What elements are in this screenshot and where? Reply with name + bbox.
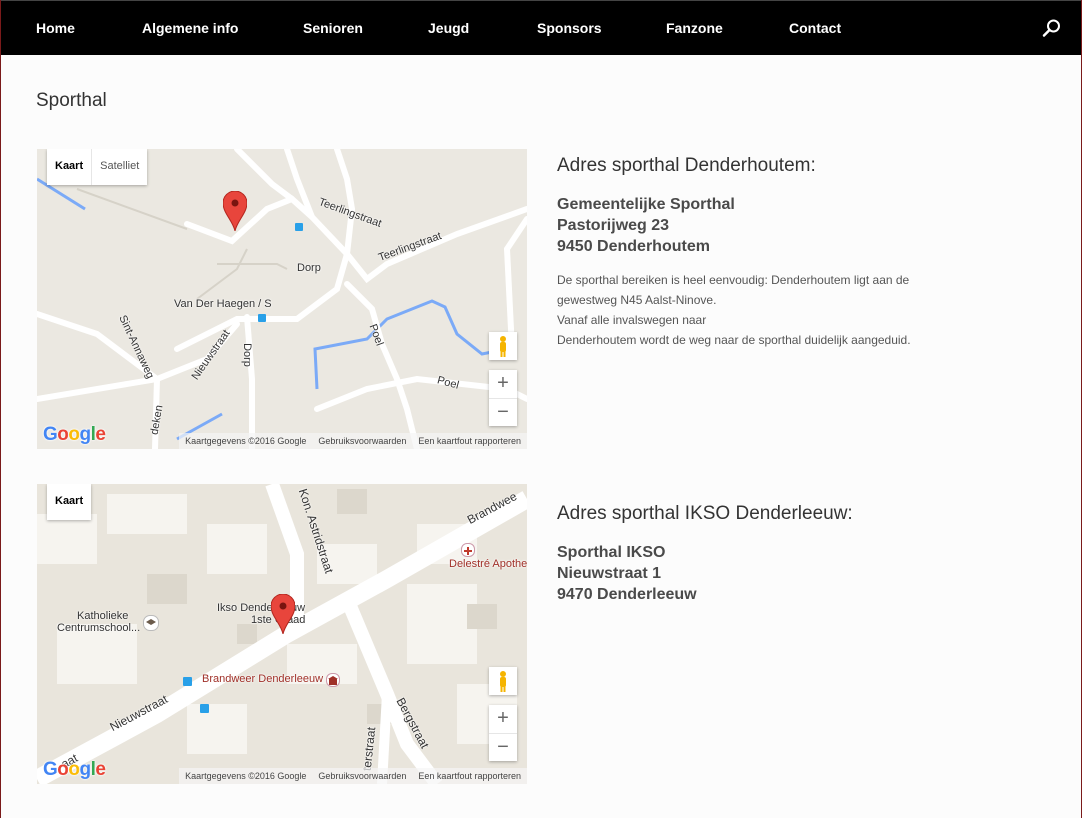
zoom-in-button[interactable]: + <box>489 705 517 734</box>
google-logo[interactable]: Google <box>43 424 106 446</box>
bus-stop-icon <box>183 677 192 686</box>
map-type-kaart-button[interactable]: Kaart <box>47 484 91 520</box>
map-type-kaart-button[interactable]: Kaart <box>47 149 91 185</box>
fire-station-icon <box>326 673 340 687</box>
terms-link[interactable]: Gebruiksvoorwaarden <box>318 771 406 781</box>
location-heading: Adres sporthal IKSO Denderleeuw: <box>557 503 853 524</box>
map-label: Centrumschool... <box>57 622 141 634</box>
pegman-icon[interactable] <box>489 332 517 360</box>
zoom-out-button[interactable]: − <box>489 399 517 427</box>
map-label: Katholieke <box>77 610 129 622</box>
map-data-credit: Kaartgegevens ©2016 Google <box>185 436 307 446</box>
nav-sponsors[interactable]: Sponsors <box>537 20 602 36</box>
search-icon[interactable] <box>1041 17 1063 39</box>
pharmacy-icon <box>461 543 475 557</box>
location-address: Gemeentelijke Sporthal Pastorijweg 23 94… <box>557 194 735 257</box>
description-line: gewestweg N45 Aalst-Ninove. <box>557 293 717 307</box>
nav-algemene-info[interactable]: Algemene info <box>142 20 238 36</box>
zoom-in-button[interactable]: + <box>489 370 517 399</box>
location-address: Sporthal IKSO Nieuwstraat 1 9470 Denderl… <box>557 542 697 605</box>
nav-contact[interactable]: Contact <box>789 20 841 36</box>
map-label: Brandweer Denderleeuw <box>202 673 324 685</box>
bus-stop-icon <box>258 314 266 322</box>
report-error-link[interactable]: Een kaartfout rapporteren <box>418 436 521 446</box>
address-line: Gemeentelijke Sporthal <box>557 196 735 213</box>
map-label: Delestré Apothe <box>449 558 527 570</box>
school-icon <box>143 615 159 631</box>
address-line: Nieuwstraat 1 <box>557 565 662 582</box>
zoom-control: + − <box>489 370 517 426</box>
nav-jeugd[interactable]: Jeugd <box>428 20 469 36</box>
description-line: De sporthal bereiken is heel eenvoudig: … <box>557 273 910 287</box>
map-type-satelliet-button[interactable]: Satelliet <box>91 149 147 185</box>
nav-home[interactable]: Home <box>36 20 75 36</box>
report-error-link[interactable]: Een kaartfout rapporteren <box>418 771 521 781</box>
terms-link[interactable]: Gebruiksvoorwaarden <box>318 436 406 446</box>
map-denderleeuw[interactable]: Kon. Astridstraat Brandwee Delestré Apot… <box>37 484 527 784</box>
bus-stop-icon <box>295 223 303 231</box>
description-line: Vanaf alle invalswegen naar <box>557 313 707 327</box>
address-line: Sporthal IKSO <box>557 544 666 561</box>
page-title: Sporthal <box>36 90 107 111</box>
google-logo[interactable]: Google <box>43 759 106 781</box>
map-label: Van Der Haegen / S <box>174 298 272 310</box>
pegman-icon[interactable] <box>489 667 517 695</box>
zoom-control: + − <box>489 705 517 761</box>
map-label: Dorp <box>297 262 321 274</box>
location-heading: Adres sporthal Denderhoutem: <box>557 155 816 176</box>
map-attribution: Kaartgegevens ©2016 Google Gebruiksvoorw… <box>179 433 527 449</box>
map-tiles <box>37 149 527 449</box>
nav-fanzone[interactable]: Fanzone <box>666 20 723 36</box>
description-line: Denderhoutem wordt de weg naar de sporth… <box>557 333 911 347</box>
top-navigation: Home Algemene info Senioren Jeugd Sponso… <box>1 0 1081 55</box>
address-line: Pastorijweg 23 <box>557 217 670 234</box>
zoom-out-button[interactable]: − <box>489 734 517 762</box>
map-marker-icon[interactable] <box>270 593 296 639</box>
map-denderhoutem[interactable]: Teerlingstraat Teerlingstraat Dorp Van D… <box>37 149 527 449</box>
location-description: De sporthal bereiken is heel eenvoudig: … <box>557 270 911 350</box>
nav-senioren[interactable]: Senioren <box>303 20 363 36</box>
map-label: Dorp <box>240 343 253 367</box>
map-type-control: Kaart <box>47 484 92 520</box>
map-attribution: Kaartgegevens ©2016 Google Gebruiksvoorw… <box>179 768 527 784</box>
address-line: 9470 Denderleeuw <box>557 586 697 603</box>
map-marker-icon[interactable] <box>222 190 248 236</box>
map-data-credit: Kaartgegevens ©2016 Google <box>185 771 307 781</box>
address-line: 9450 Denderhoutem <box>557 238 710 255</box>
bus-stop-icon <box>200 704 209 713</box>
map-type-control: Kaart Satelliet <box>47 149 148 185</box>
